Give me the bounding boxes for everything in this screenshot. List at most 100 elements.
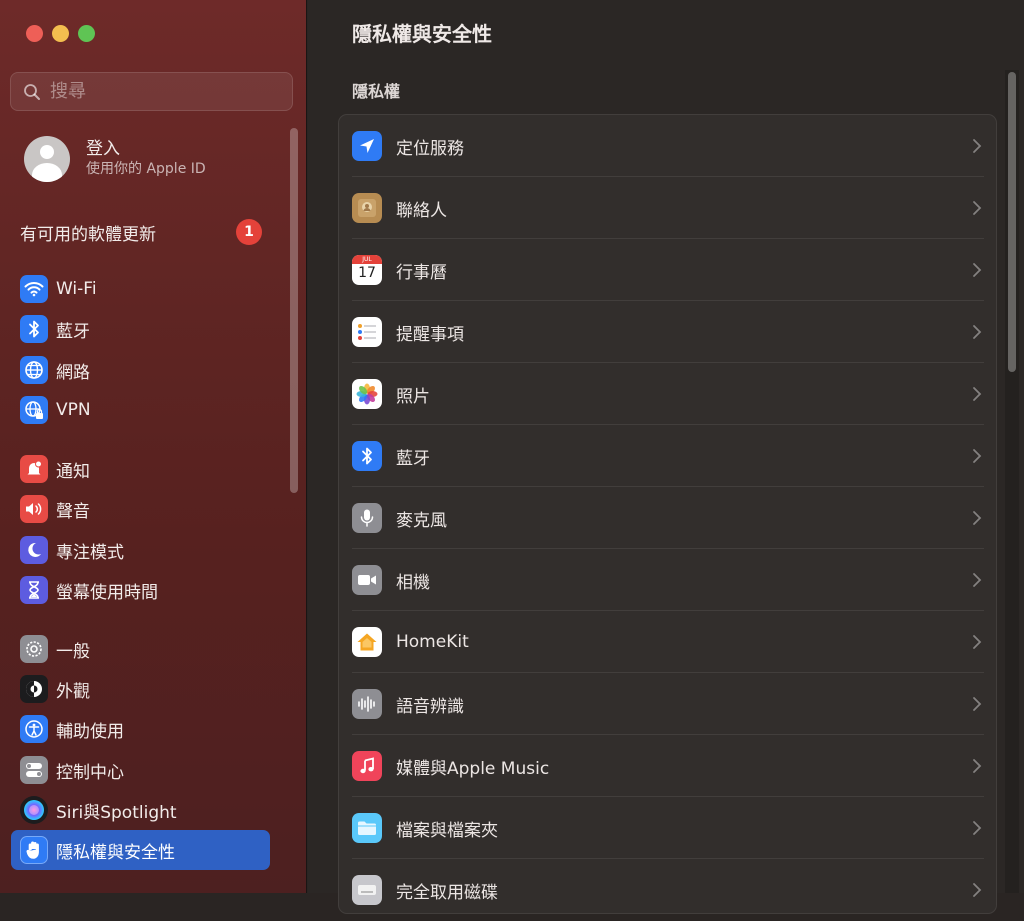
privacy-row-media-apple-music[interactable]: 媒體與Apple Music [352, 735, 984, 797]
update-count-badge: 1 [236, 219, 262, 245]
sidebar-item-label: 隱私權與安全性 [56, 842, 175, 863]
row-label: 照片 [396, 386, 430, 407]
contacts-icon [352, 193, 382, 223]
sidebar-item-label: 聲音 [56, 501, 90, 522]
sidebar-item-label: 專注模式 [56, 542, 124, 563]
sidebar-item-network[interactable]: 網路 [20, 354, 270, 386]
chevron-right-icon [973, 263, 982, 277]
sidebar-item-label: 網路 [56, 362, 90, 383]
row-label: 語音辨識 [396, 696, 464, 717]
privacy-row-camera[interactable]: 相機 [352, 549, 984, 611]
wifi-icon [20, 275, 48, 303]
row-label: 麥克風 [396, 510, 447, 531]
avatar [24, 136, 70, 182]
folder-icon [352, 813, 382, 843]
apple-id-signin[interactable]: 登入 使用你的 Apple ID [24, 136, 206, 182]
privacy-row-bluetooth[interactable]: 藍牙 [352, 425, 984, 487]
sidebar-scrollbar[interactable] [290, 128, 298, 493]
calendar-month: JUL [352, 255, 382, 264]
chevron-right-icon [973, 511, 982, 525]
sidebar-item-label: 控制中心 [56, 762, 124, 783]
signin-subtitle: 使用你的 Apple ID [86, 161, 206, 177]
sidebar-item-sound[interactable]: 聲音 [20, 493, 270, 525]
privacy-row-reminders[interactable]: 提醒事項 [352, 301, 984, 363]
moon-icon [20, 536, 48, 564]
chevron-right-icon [973, 387, 982, 401]
sidebar-item-label: 輔助使用 [56, 721, 124, 742]
sidebar-item-bluetooth[interactable]: 藍牙 [20, 313, 270, 345]
search-input[interactable] [48, 80, 272, 103]
microphone-icon [352, 503, 382, 533]
sidebar-item-privacy-security[interactable]: 隱私權與安全性 [11, 830, 270, 870]
sidebar-item-control-center[interactable]: 控制中心 [20, 754, 270, 786]
sidebar-item-vpn[interactable]: VPN [20, 394, 270, 426]
sidebar-item-label: 外觀 [56, 681, 90, 702]
privacy-row-speech-recognition[interactable]: 語音辨識 [352, 673, 984, 735]
software-update-item[interactable]: 有可用的軟體更新 1 [20, 219, 262, 245]
chevron-right-icon [973, 449, 982, 463]
bluetooth-icon [20, 315, 48, 343]
minimize-window-button[interactable] [52, 25, 69, 42]
photos-icon [352, 379, 382, 409]
disk-icon [352, 875, 382, 905]
privacy-row-photos[interactable]: 照片 [352, 363, 984, 425]
appearance-icon [20, 675, 48, 703]
sidebar-item-screen-time[interactable]: 螢幕使用時間 [20, 574, 270, 606]
vpn-globe-icon [20, 396, 48, 424]
row-label: 定位服務 [396, 138, 464, 159]
chevron-right-icon [973, 139, 982, 153]
row-label: 行事曆 [396, 262, 447, 283]
control-center-icon [20, 756, 48, 784]
scrollbar-thumb[interactable] [1008, 72, 1016, 372]
zoom-window-button[interactable] [78, 25, 95, 42]
main-content: 隱私權與安全性 隱私權 定位服務 聯絡人 JUL 17 行事曆 提醒事項 照片 … [308, 0, 1024, 914]
privacy-row-microphone[interactable]: 麥克風 [352, 487, 984, 549]
globe-icon [20, 356, 48, 384]
camera-icon [352, 565, 382, 595]
search-field[interactable] [10, 72, 293, 111]
calendar-day: 17 [358, 265, 376, 281]
main-scrollbar[interactable] [1005, 70, 1019, 893]
chevron-right-icon [973, 821, 982, 835]
privacy-list: 定位服務 聯絡人 JUL 17 行事曆 提醒事項 照片 藍牙 麥克風 相機 Ho… [338, 114, 997, 914]
bluetooth-icon [352, 441, 382, 471]
privacy-row-homekit[interactable]: HomeKit [352, 611, 984, 673]
hand-icon [20, 836, 48, 864]
chevron-right-icon [973, 573, 982, 587]
software-update-label: 有可用的軟體更新 [20, 224, 156, 245]
privacy-row-calendar[interactable]: JUL 17 行事曆 [352, 239, 984, 301]
sidebar-item-siri[interactable]: Siri與Spotlight [20, 794, 270, 826]
privacy-row-location[interactable]: 定位服務 [352, 115, 984, 177]
chevron-right-icon [973, 759, 982, 773]
close-window-button[interactable] [26, 25, 43, 42]
sidebar-item-accessibility[interactable]: 輔助使用 [20, 713, 270, 745]
privacy-row-files-folders[interactable]: 檔案與檔案夾 [352, 797, 984, 859]
sidebar-item-notifications[interactable]: 通知 [20, 453, 270, 485]
reminders-icon [352, 317, 382, 347]
sidebar: 登入 使用你的 Apple ID 有可用的軟體更新 1 Wi-Fi 藍牙 網路 … [0, 0, 307, 893]
sidebar-item-wifi[interactable]: Wi-Fi [20, 273, 270, 305]
sidebar-item-general[interactable]: 一般 [20, 633, 270, 665]
sidebar-item-label: 一般 [56, 641, 90, 662]
sidebar-item-label: Siri與Spotlight [56, 802, 177, 823]
section-heading: 隱私權 [352, 82, 401, 101]
window-controls [26, 25, 95, 42]
sidebar-item-focus[interactable]: 專注模式 [20, 534, 270, 566]
accessibility-icon [20, 715, 48, 743]
chevron-right-icon [973, 883, 982, 897]
privacy-row-full-disk-access[interactable]: 完全取用磁碟 [352, 859, 984, 921]
chevron-right-icon [973, 635, 982, 649]
sidebar-item-label: VPN [56, 400, 91, 420]
row-label: 提醒事項 [396, 324, 464, 345]
privacy-row-contacts[interactable]: 聯絡人 [352, 177, 984, 239]
row-label: HomeKit [396, 632, 469, 652]
page-title: 隱私權與安全性 [352, 22, 492, 46]
row-label: 相機 [396, 572, 430, 593]
calendar-icon: JUL 17 [352, 255, 382, 285]
row-label: 媒體與Apple Music [396, 758, 550, 779]
row-label: 聯絡人 [396, 200, 447, 221]
sidebar-item-appearance[interactable]: 外觀 [20, 673, 270, 705]
signin-title: 登入 [86, 139, 120, 159]
siri-icon [20, 796, 48, 824]
row-label: 藍牙 [396, 448, 430, 469]
